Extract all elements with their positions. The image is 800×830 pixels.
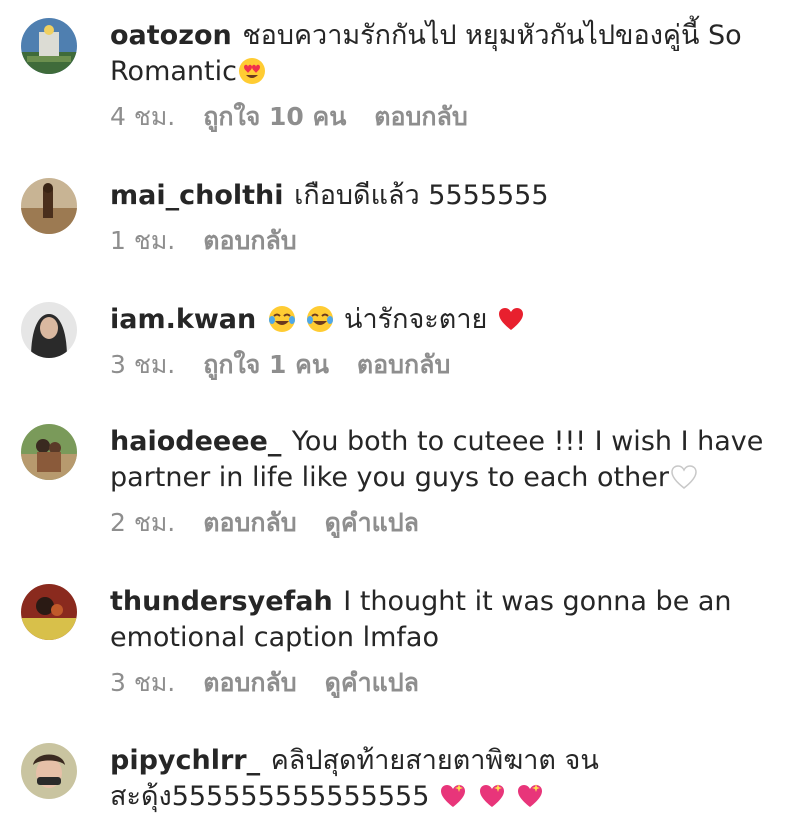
comment-text: oatozon ชอบความรักกันไป หยุมหัวกันไปของค… [110, 18, 790, 90]
red-heart-emoji-icon [498, 308, 523, 330]
tears-of-joy-emoji-icon [307, 306, 334, 332]
comment-meta: 3 ชม. ตอบกลับ ดูคำแปล [110, 668, 790, 698]
comment-time: 2 ชม. [110, 508, 176, 537]
sparkling-heart-emoji-icon [518, 784, 543, 807]
heart-eyes-emoji-icon [238, 58, 265, 84]
comment-likes-link[interactable]: ถูกใจ 1 คน [203, 350, 329, 379]
comment-meta: 4 ชม. ถูกใจ 10 คน ตอบกลับ [110, 102, 790, 132]
comment-text: mai_cholthi เกือบดีแล้ว 5555555 [110, 178, 790, 214]
reply-button[interactable]: ตอบกลับ [357, 350, 450, 379]
white-heart-emoji-icon [671, 465, 697, 489]
comment-time: 3 ชม. [110, 350, 176, 379]
comments-list: oatozon ชอบความรักกันไป หยุมหัวกันไปของค… [0, 0, 800, 830]
reply-button[interactable]: ตอบกลับ [374, 102, 467, 131]
comment-username[interactable]: oatozon [110, 20, 232, 51]
reply-button[interactable]: ตอบกลับ [203, 508, 296, 537]
comment-meta: 2 ชม. ตอบกลับ ดูคำแปล [110, 508, 790, 538]
comment-meta: 3 ชม. ถูกใจ 1 คน ตอบกลับ [110, 350, 790, 380]
comment-meta: 1 ชม. ตอบกลับ [110, 226, 790, 256]
comment-body: น่ารักจะตาย [344, 304, 488, 335]
comment-text: haiodeeee_ You both to cuteee !!! I wish… [110, 424, 790, 496]
sparkling-heart-emoji-icon [479, 784, 504, 807]
tears-of-joy-emoji-icon [268, 306, 295, 332]
comment-text: iam.kwan น่ารักจะตาย [110, 302, 790, 338]
avatar[interactable] [21, 743, 77, 799]
reply-button[interactable]: ตอบกลับ [203, 226, 296, 255]
comment-username[interactable]: iam.kwan [110, 304, 256, 335]
comment-username[interactable]: haiodeeee_ [110, 426, 281, 457]
sparkling-heart-emoji-icon [440, 784, 465, 807]
comment-text: pipychlrr_ คลิปสุดท้ายสายตาพิฆาต จน สะดุ… [110, 743, 790, 815]
comment-likes-link[interactable]: ถูกใจ 10 คน [203, 102, 346, 131]
reply-button[interactable]: ตอบกลับ [203, 668, 296, 697]
avatar[interactable] [21, 424, 77, 480]
avatar[interactable] [21, 302, 77, 358]
avatar[interactable] [21, 584, 77, 640]
comment-username[interactable]: pipychlrr_ [110, 745, 260, 776]
comment-body: เกือบดีแล้ว 5555555 [294, 180, 549, 211]
comment-time: 1 ชม. [110, 226, 176, 255]
see-translation-button[interactable]: ดูคำแปล [325, 508, 419, 537]
comment-username[interactable]: thundersyefah [110, 586, 333, 617]
avatar[interactable] [21, 18, 77, 74]
comment-text: thundersyefah I thought it was gonna be … [110, 584, 790, 656]
comment-username[interactable]: mai_cholthi [110, 180, 284, 211]
comment-time: 3 ชม. [110, 668, 176, 697]
see-translation-button[interactable]: ดูคำแปล [325, 668, 419, 697]
avatar[interactable] [21, 178, 77, 234]
comment-time: 4 ชม. [110, 102, 176, 131]
